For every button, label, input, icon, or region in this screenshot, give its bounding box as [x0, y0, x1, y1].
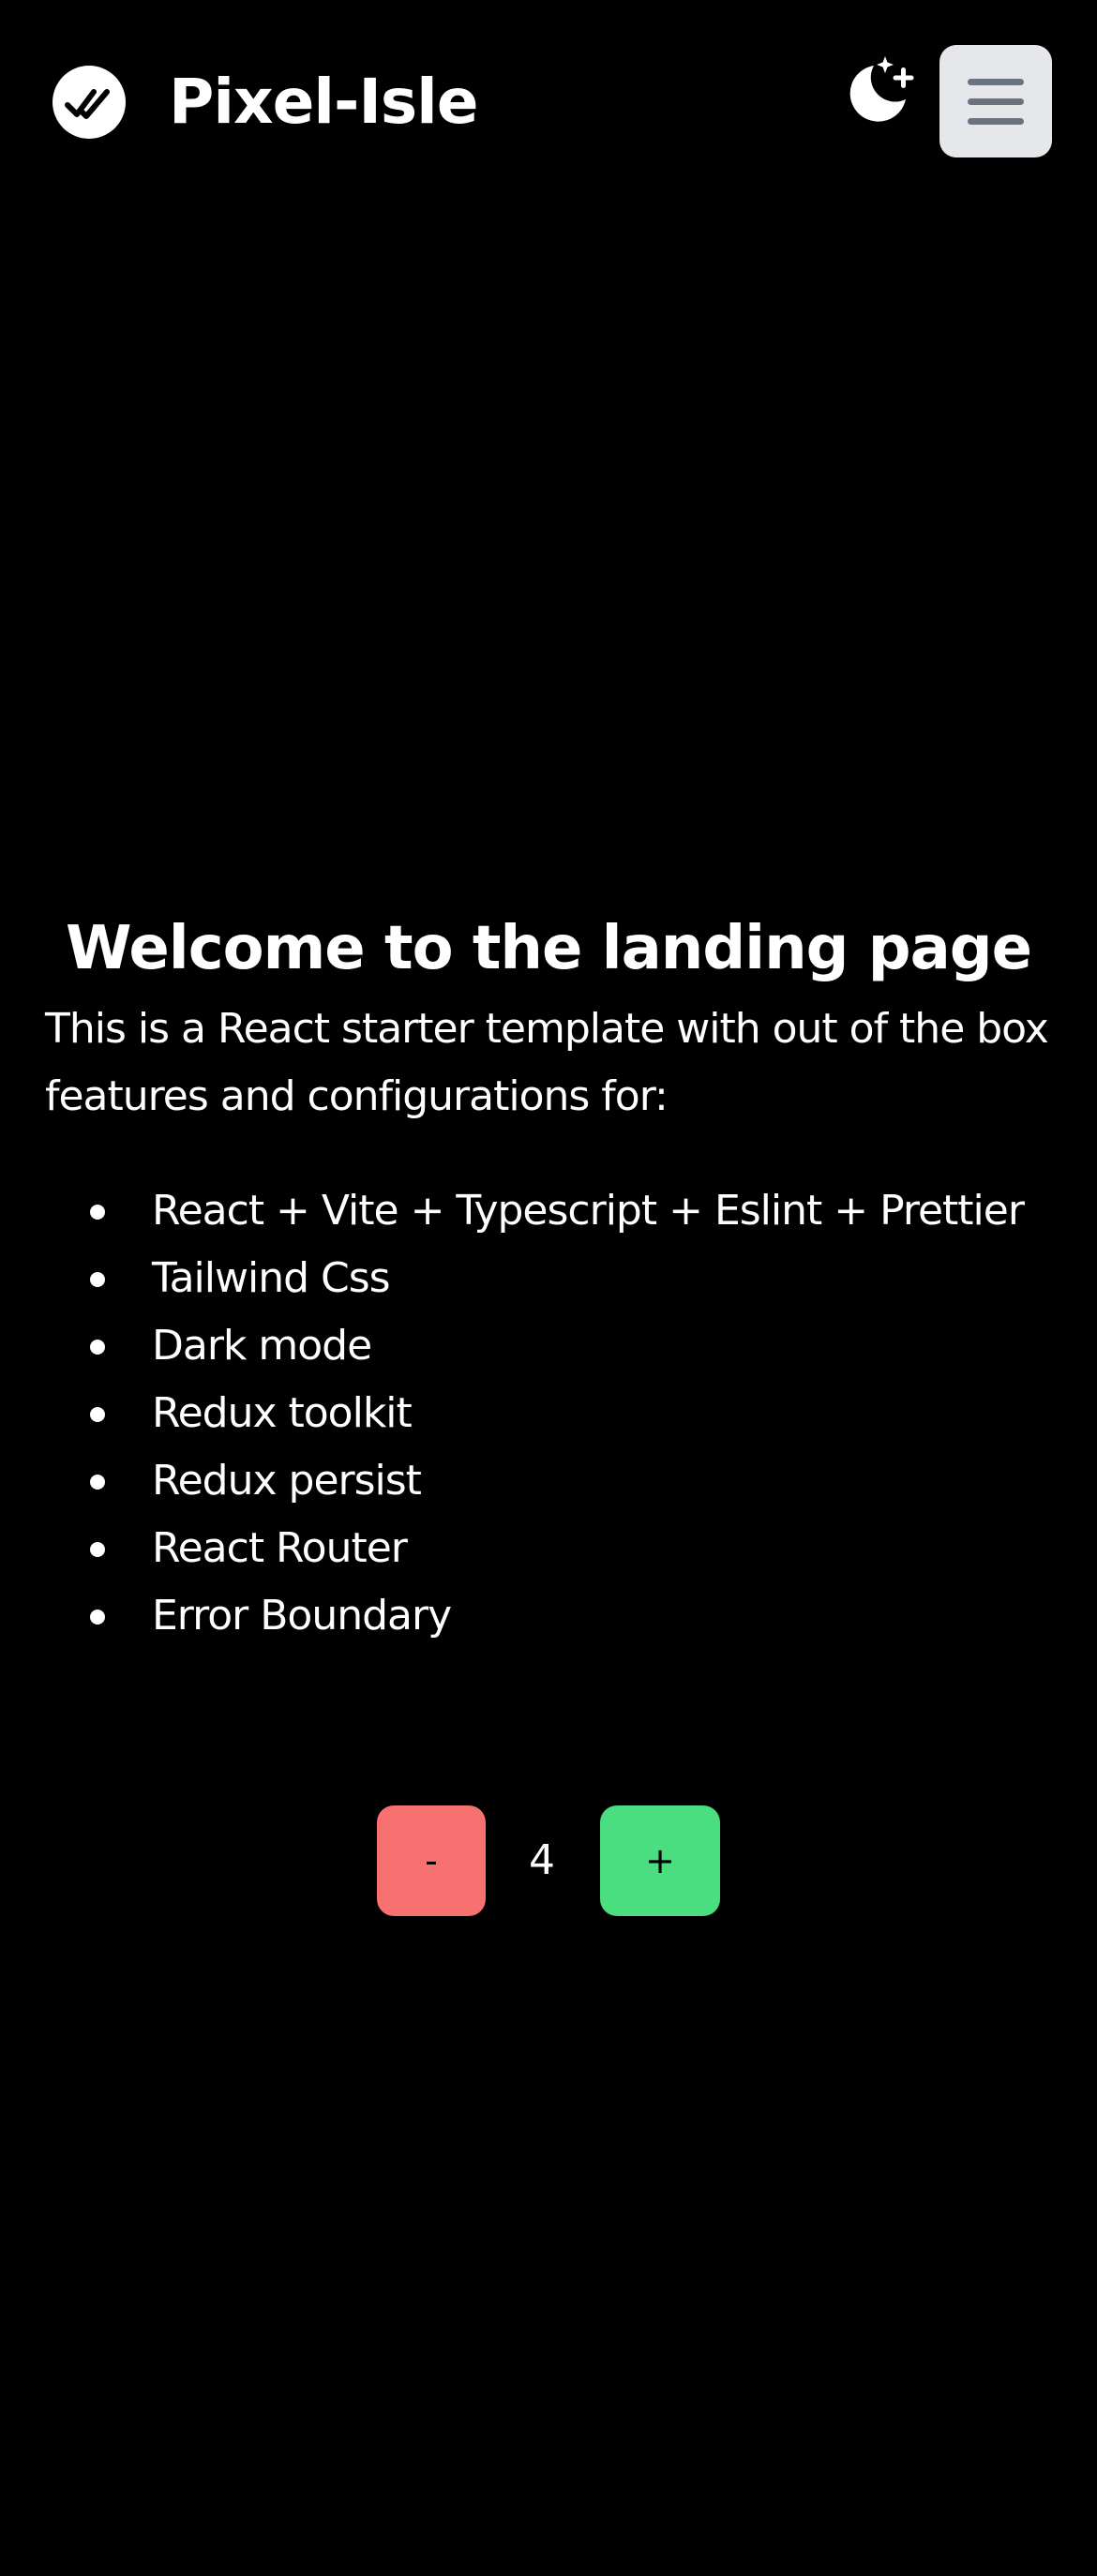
list-item: Dark mode — [0, 1312, 1097, 1380]
page-title: Welcome to the landing page — [66, 913, 1032, 983]
counter: - 4 + — [0, 1805, 1097, 1918]
feature-label: React Router — [152, 1524, 408, 1572]
feature-label: Error Boundary — [152, 1592, 452, 1640]
bullet-icon — [90, 1475, 105, 1490]
increment-button[interactable]: + — [600, 1805, 720, 1916]
feature-label: Tailwind Css — [152, 1254, 391, 1302]
list-item: Redux toolkit — [0, 1380, 1097, 1447]
brand-name[interactable]: Pixel-Isle — [169, 60, 479, 144]
moon-stars-icon — [849, 56, 914, 122]
bullet-icon — [90, 1205, 105, 1220]
bullet-icon — [90, 1610, 105, 1625]
app-header: Pixel-Isle — [0, 0, 1097, 206]
feature-label: Redux toolkit — [152, 1389, 413, 1437]
feature-label: React + Vite + Typescript + Eslint + Pre… — [152, 1187, 1025, 1235]
feature-list: React + Vite + Typescript + Eslint + Pre… — [0, 1177, 1097, 1650]
decrement-button[interactable]: - — [377, 1805, 486, 1916]
menu-button[interactable] — [939, 45, 1052, 157]
list-item: Error Boundary — [0, 1582, 1097, 1650]
bullet-icon — [90, 1542, 105, 1557]
bullet-icon — [90, 1407, 105, 1422]
landing-page: Pixel-Isle Welcome to the landing page T… — [0, 0, 1097, 2576]
counter-value: 4 — [529, 1836, 555, 1884]
bullet-icon — [90, 1272, 105, 1287]
list-item: Tailwind Css — [0, 1245, 1097, 1312]
intro-text: This is a React starter template with ou… — [45, 1005, 1049, 1120]
feature-label: Dark mode — [152, 1322, 372, 1370]
list-item: React + Vite + Typescript + Eslint + Pre… — [0, 1177, 1097, 1245]
bullet-icon — [90, 1340, 105, 1355]
list-item: Redux persist — [0, 1447, 1097, 1515]
double-check-icon[interactable] — [53, 66, 126, 139]
feature-label: Redux persist — [152, 1457, 422, 1505]
theme-toggle-button[interactable] — [833, 51, 917, 135]
list-item: React Router — [0, 1515, 1097, 1582]
